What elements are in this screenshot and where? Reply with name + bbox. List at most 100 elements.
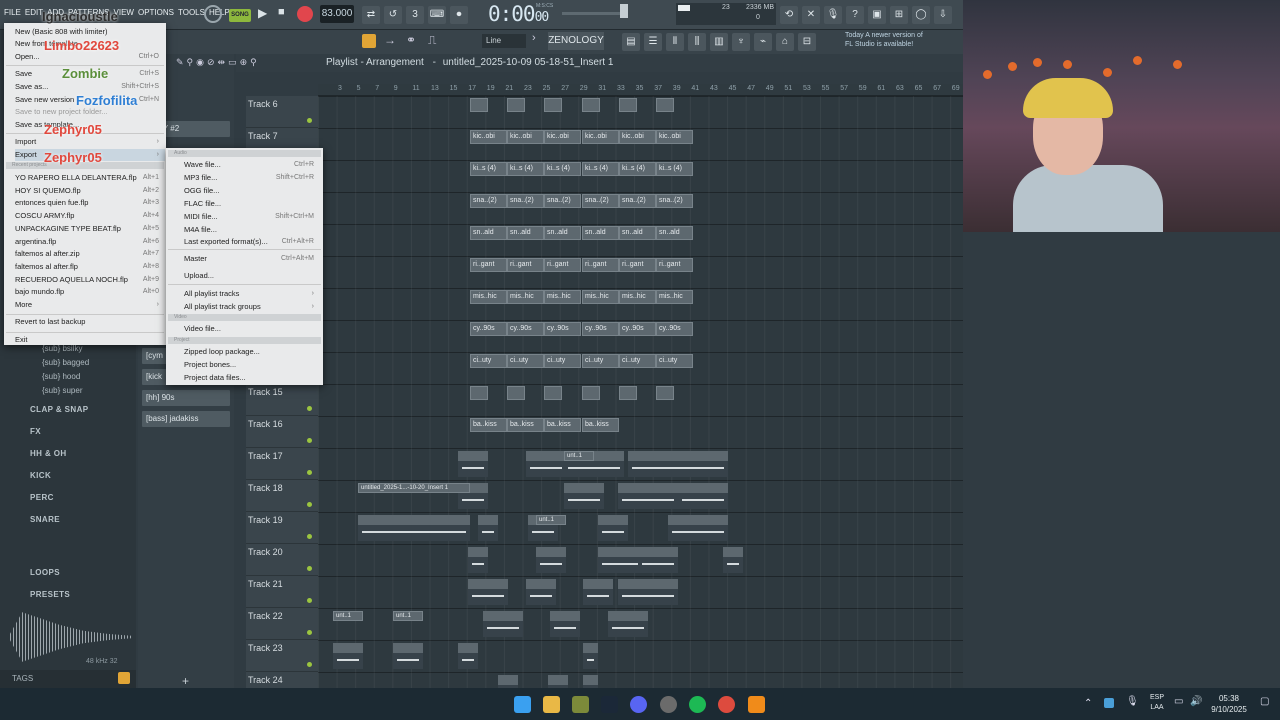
notification-icon[interactable]: ▢ xyxy=(1260,696,1269,707)
pattern-clip[interactable]: cy..90s xyxy=(656,322,693,336)
pattern-clip[interactable]: ba..kiss xyxy=(507,418,544,432)
audio-clip[interactable] xyxy=(678,483,728,509)
menu-item[interactable]: Import › xyxy=(15,136,165,148)
pattern-clip[interactable] xyxy=(507,386,525,400)
audio-clip[interactable] xyxy=(583,579,613,605)
pattern-clip[interactable]: ci..uty xyxy=(656,354,693,368)
pattern-clip[interactable]: ki..s (4) xyxy=(470,162,507,176)
pattern-clip[interactable] xyxy=(582,386,600,400)
pattern-clip[interactable]: sn..ald xyxy=(470,226,507,240)
audio-clip[interactable] xyxy=(333,643,363,669)
pattern-clip[interactable]: ba..kiss xyxy=(470,418,507,432)
audio-clip[interactable] xyxy=(483,611,523,637)
pattern-clip[interactable]: cy..90s xyxy=(619,322,656,336)
menu-edit[interactable]: EDIT xyxy=(25,8,43,17)
pattern-clip[interactable]: ki..s (4) xyxy=(544,162,581,176)
piano-roll-icon[interactable]: ▤ xyxy=(622,33,640,51)
pattern-clip[interactable]: ci..uty xyxy=(582,354,619,368)
pattern-clip[interactable] xyxy=(619,386,637,400)
fl-studio-icon[interactable] xyxy=(748,696,765,713)
spotify-icon[interactable] xyxy=(689,696,706,713)
pattern-clip[interactable]: ci..uty xyxy=(619,354,656,368)
file-explorer-icon[interactable] xyxy=(543,696,560,713)
playlist-tools[interactable]: ✎⚲◉⊘⇹▭⊕⚲ xyxy=(176,57,316,69)
chrome-icon[interactable] xyxy=(718,696,735,713)
render-icon[interactable]: ⌂ xyxy=(776,33,794,51)
audio-clip[interactable] xyxy=(536,547,566,573)
folder-kick[interactable]: KICK xyxy=(30,471,51,485)
save-icon[interactable]: ▣ xyxy=(868,6,886,24)
pattern-clip[interactable]: ci..uty xyxy=(544,354,581,368)
pattern-clip[interactable]: sn..ald xyxy=(619,226,656,240)
chevron-up-icon[interactable]: ⌃ xyxy=(1084,698,1092,709)
menu-item[interactable]: OGG file... xyxy=(184,185,320,197)
pattern-clip[interactable]: ba..kiss xyxy=(582,418,619,432)
audio-clip[interactable] xyxy=(598,515,628,541)
song-mode-button[interactable]: SONG xyxy=(229,9,251,22)
channel-rack-icon[interactable]: ⫴ xyxy=(666,33,684,51)
pattern-clip[interactable]: mis..hic xyxy=(507,290,544,304)
menu-tools[interactable]: TOOLS xyxy=(178,8,205,17)
audio-clip[interactable] xyxy=(358,515,470,541)
windows-start-icon[interactable] xyxy=(514,696,531,713)
typing-keyboard-icon[interactable]: ⌨ xyxy=(428,6,446,24)
pattern-clip[interactable]: ci..uty xyxy=(507,354,544,368)
pattern-clip[interactable]: sn..ald xyxy=(507,226,544,240)
track-header[interactable]: Track 16 xyxy=(246,416,318,448)
steam-icon[interactable] xyxy=(601,696,618,713)
download-icon[interactable]: ⇩ xyxy=(934,6,952,24)
menu-item[interactable]: M4A file... xyxy=(184,224,320,236)
menu-item[interactable]: FLAC file... xyxy=(184,198,320,210)
pattern-clip[interactable]: sn..ald xyxy=(544,226,581,240)
menu-item[interactable]: RECUERDO AQUELLA NOCH.flp Alt+9 xyxy=(15,274,165,286)
pattern-clip[interactable]: kic..obi xyxy=(544,130,581,144)
pattern-clip[interactable]: sna..(2) xyxy=(582,194,619,208)
audio-clip[interactable] xyxy=(526,579,556,605)
menu-item[interactable]: COSCU ARMY.flp Alt+4 xyxy=(15,210,165,222)
menu-item[interactable]: Master Ctrl+Alt+M xyxy=(184,253,320,265)
pattern-clip[interactable]: mis..hic xyxy=(619,290,656,304)
menu-item[interactable]: Upload... xyxy=(184,270,320,282)
menu-item[interactable]: Exit xyxy=(15,334,165,346)
plugin-db-icon[interactable]: ♆ xyxy=(732,33,750,51)
discord-icon[interactable] xyxy=(630,696,647,713)
menu-item[interactable]: bajo mundo.flp Alt+0 xyxy=(15,286,165,298)
track-enable-led[interactable] xyxy=(307,502,312,507)
pattern-clip[interactable]: mis..hic xyxy=(544,290,581,304)
menu-file[interactable]: FILE xyxy=(4,8,21,17)
menu-item[interactable]: Project data files... xyxy=(184,372,320,384)
playlist-icon[interactable]: ☰ xyxy=(644,33,662,51)
update-notice[interactable]: Today A newer version of FL Studio is av… xyxy=(845,31,940,51)
master-volume-handle[interactable] xyxy=(620,4,628,18)
pattern-clip[interactable] xyxy=(470,386,488,400)
pattern-clip[interactable]: cy..90s xyxy=(582,322,619,336)
browser-item[interactable]: {sub} bsilky xyxy=(42,344,82,358)
pattern-clip[interactable] xyxy=(619,98,637,112)
volume-icon[interactable]: 🔊 xyxy=(1190,696,1202,707)
menu-item[interactable]: UNPACKAGINE TYPE BEAT.flp Alt+5 xyxy=(15,223,165,235)
play-icon[interactable]: ▶ xyxy=(258,6,267,20)
record-button[interactable] xyxy=(297,6,313,22)
audio-clip[interactable] xyxy=(618,483,678,509)
menu-item[interactable]: Save as... Shift+Ctrl+S xyxy=(15,81,165,93)
track-enable-led[interactable] xyxy=(307,598,312,603)
audio-clip[interactable] xyxy=(550,611,580,637)
pattern-clip[interactable]: cy..90s xyxy=(507,322,544,336)
pattern-clip[interactable]: kic..obi xyxy=(507,130,544,144)
pattern-clip[interactable]: kic..obi xyxy=(656,130,693,144)
timeline-ruler[interactable]: 3 5 7 9 11 13 15 17 19 21 23 25 27 29 31 33 35 37 39 41 43 45… xyxy=(318,84,963,96)
menu-item[interactable]: More › xyxy=(15,299,165,311)
pattern-clip[interactable]: ri..gant xyxy=(619,258,656,272)
mixer-icon[interactable]: ✕ xyxy=(802,6,820,24)
link-icon[interactable]: ⚭ xyxy=(406,33,416,47)
pattern-clip[interactable]: ba..kiss xyxy=(544,418,581,432)
folder-fx[interactable]: FX xyxy=(30,427,41,441)
menu-options[interactable]: OPTIONS xyxy=(138,8,174,17)
audio-clip[interactable] xyxy=(628,451,728,477)
pattern-clip[interactable]: ri..gant xyxy=(582,258,619,272)
audio-clip[interactable] xyxy=(668,515,728,541)
menu-item[interactable]: All playlist track groups › xyxy=(184,301,320,313)
snap-icon[interactable]: ⇄ xyxy=(362,6,380,24)
pattern-clip[interactable] xyxy=(470,98,488,112)
audio-clip[interactable] xyxy=(458,451,488,477)
